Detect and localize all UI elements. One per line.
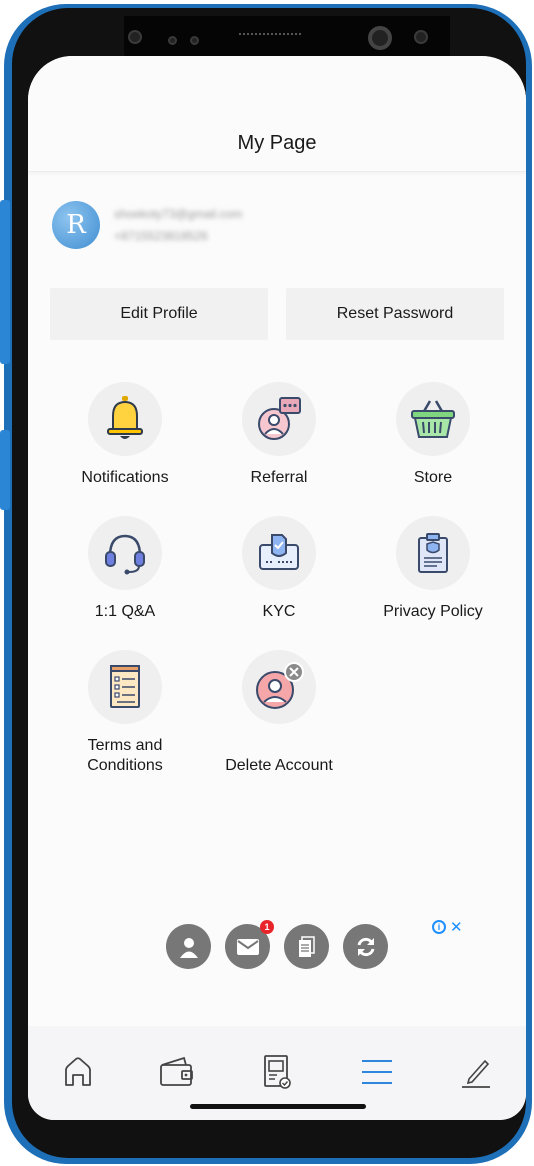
- menu-label: Store: [413, 469, 453, 486]
- user-icon[interactable]: [166, 924, 211, 969]
- profile-details: shoekoty73@gmail.com +8715523818526: [114, 203, 242, 247]
- referral-icon: [242, 382, 316, 456]
- nav-menu[interactable]: [357, 1052, 397, 1092]
- top-bar: My Page: [28, 56, 526, 172]
- volume-up-button: [0, 200, 10, 364]
- menu-item-delete-account[interactable]: Delete Account: [202, 650, 356, 776]
- nav-wallet[interactable]: [157, 1052, 197, 1092]
- document-shield-icon: [396, 516, 470, 590]
- menu-icon: [361, 1060, 392, 1084]
- menu-label: Referral: [250, 469, 308, 486]
- menu-label: Terms and Conditions: [87, 737, 163, 774]
- menu-label: Delete Account: [225, 757, 333, 774]
- headset-icon: [88, 516, 162, 590]
- avatar-letter: R: [66, 210, 86, 240]
- menu-item-kyc[interactable]: KYC: [202, 516, 356, 622]
- menu-item-notifications[interactable]: Notifications: [48, 382, 202, 488]
- refresh-icon[interactable]: [343, 924, 388, 969]
- sensor-icon: [168, 36, 177, 45]
- camera-icon: [128, 30, 142, 44]
- document-icon[interactable]: [284, 924, 329, 969]
- basket-icon: [396, 382, 470, 456]
- menu-label: Notifications: [81, 469, 169, 486]
- menu-label: Privacy Policy: [383, 603, 483, 620]
- edit-profile-button[interactable]: Edit Profile: [50, 288, 268, 340]
- avatar: R: [52, 201, 100, 249]
- app-screen: My Page R shoekoty73@gmail.com +87155238…: [28, 56, 526, 1120]
- menu-item-store[interactable]: Store: [356, 382, 510, 488]
- bell-icon: [88, 382, 162, 456]
- reset-password-button[interactable]: Reset Password: [286, 288, 504, 340]
- profile-actions: Edit Profile Reset Password: [50, 288, 504, 340]
- id-card-icon: [242, 516, 316, 590]
- close-icon[interactable]: ✕: [450, 918, 463, 936]
- profile-phone: +8715523818526: [114, 229, 208, 243]
- wallet-icon: [160, 1056, 194, 1086]
- menu-item-privacy-policy[interactable]: Privacy Policy: [356, 516, 510, 622]
- pencil-icon: [462, 1059, 491, 1088]
- speaker-grille: [239, 33, 301, 36]
- nav-certificate[interactable]: [257, 1052, 297, 1092]
- menu-label: KYC: [262, 603, 296, 620]
- menu-grid: Notifications Referral Store 1:1 Q&A KYC…: [48, 382, 510, 776]
- certificate-icon: [264, 1055, 291, 1089]
- menu-item-qa[interactable]: 1:1 Q&A: [48, 516, 202, 622]
- info-icon[interactable]: i: [432, 920, 446, 934]
- mail-icon[interactable]: 1: [225, 920, 274, 969]
- delete-user-icon: [242, 650, 316, 724]
- ad-banner: 1: [166, 920, 388, 969]
- profile-summary: R shoekoty73@gmail.com +8715523818526: [52, 201, 242, 249]
- page-title: My Page: [237, 132, 317, 154]
- camera-icon: [368, 26, 392, 50]
- sensor-icon: [190, 36, 199, 45]
- notification-badge: 1: [260, 920, 274, 934]
- sensor-icon: [414, 30, 428, 44]
- home-indicator[interactable]: [190, 1104, 366, 1109]
- ad-choices[interactable]: i ✕: [432, 918, 463, 936]
- nav-home[interactable]: [58, 1052, 98, 1092]
- menu-label: 1:1 Q&A: [94, 603, 156, 620]
- profile-email: shoekoty73@gmail.com: [114, 207, 243, 221]
- home-icon: [64, 1057, 91, 1086]
- menu-item-terms[interactable]: Terms and Conditions: [48, 650, 202, 776]
- checklist-icon: [88, 650, 162, 724]
- volume-down-button: [0, 430, 10, 510]
- nav-edit[interactable]: [456, 1052, 496, 1092]
- menu-item-referral[interactable]: Referral: [202, 382, 356, 488]
